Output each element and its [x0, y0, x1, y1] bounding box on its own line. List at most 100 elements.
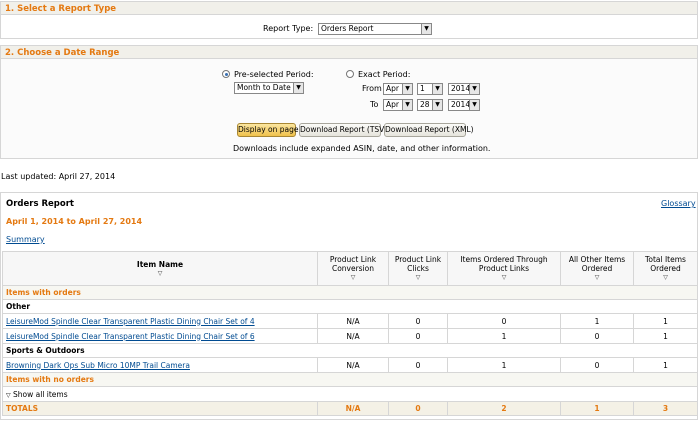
section-date-range-body: Pre-selected Period: Month to Date ▼ Exac… — [0, 59, 698, 159]
to-year-value: 2014 — [451, 100, 471, 109]
col-total-items[interactable]: Total Items Ordered ▽ — [633, 251, 698, 286]
total-other: 1 — [560, 401, 634, 416]
sort-icon: ▽ — [663, 274, 668, 281]
cell-conversion: N/A — [317, 328, 389, 344]
download-xml-button[interactable]: Download Report (XML) — [384, 123, 474, 137]
from-year-select[interactable]: 2014 ▼ — [448, 83, 480, 95]
col-other-label: All Other Items Ordered — [568, 255, 626, 273]
chevron-down-icon: ▼ — [421, 24, 431, 34]
col-through-label: Items Ordered Through Product Links — [460, 255, 548, 273]
exact-period-radio[interactable] — [346, 70, 354, 78]
report-type-select[interactable]: Orders Report ▼ — [318, 23, 432, 35]
sort-icon: ▽ — [594, 274, 600, 281]
to-month-value: Apr — [386, 100, 399, 109]
report-title: Orders Report — [6, 199, 74, 209]
table-row: Browning Dark Ops Sub Micro 10MP Trail C… — [2, 357, 698, 373]
to-year-select[interactable]: 2014 ▼ — [448, 99, 480, 111]
show-all-label: Show all items — [13, 389, 68, 399]
cell-clicks: 0 — [388, 357, 448, 373]
summary-link[interactable]: Summary — [6, 235, 45, 244]
sort-icon: ▽ — [157, 269, 163, 277]
col-conversion-label: Product Link Conversion — [329, 255, 377, 273]
chevron-down-icon: ▼ — [469, 100, 479, 110]
category-other-label: Other — [2, 299, 698, 314]
report-date-range: April 1, 2014 to April 27, 2014 — [6, 217, 143, 226]
sort-icon: ▽ — [350, 274, 356, 281]
glossary-link[interactable]: Glossary — [661, 199, 696, 208]
to-label: To — [370, 100, 379, 109]
total-clicks: 0 — [388, 401, 448, 416]
col-items-ordered-through[interactable]: Items Ordered Through Product Links ▽ — [447, 251, 561, 286]
chevron-down-icon: ▼ — [432, 100, 442, 110]
total-through: 2 — [447, 401, 561, 416]
cell-conversion: N/A — [317, 313, 389, 329]
preselected-period-select[interactable]: Month to Date ▼ — [234, 82, 304, 94]
category-row-other: Other — [2, 299, 698, 314]
caret-down-icon: ▽ — [6, 391, 11, 399]
section-date-range-header: 2. Choose a Date Range — [0, 45, 698, 59]
from-month-select[interactable]: Apr ▼ — [383, 83, 413, 95]
to-month-select[interactable]: Apr ▼ — [383, 99, 413, 111]
cell-through: 1 — [447, 357, 561, 373]
group-row-with-orders: Items with orders — [2, 285, 698, 300]
col-item-name[interactable]: Item Name ▽ — [2, 251, 318, 286]
report-type-value: Orders Report — [321, 24, 374, 33]
show-all-row: ▽ Show all items — [2, 386, 698, 402]
category-row-sports: Sports & Outdoors — [2, 343, 698, 358]
show-all-toggle[interactable]: ▽ Show all items — [2, 386, 698, 402]
totals-label: TOTALS — [2, 401, 318, 416]
category-sports-label: Sports & Outdoors — [2, 343, 698, 358]
chevron-down-icon: ▼ — [432, 84, 442, 94]
to-day-value: 28 — [420, 100, 430, 109]
col-all-other-items[interactable]: All Other Items Ordered ▽ — [560, 251, 634, 286]
col-total-label: Total Items Ordered — [645, 255, 686, 273]
from-month-value: Apr — [386, 84, 399, 93]
total-total: 3 — [633, 401, 698, 416]
display-on-page-button[interactable]: Display on page — [237, 123, 299, 137]
col-product-link-conversion[interactable]: Product Link Conversion ▽ — [317, 251, 389, 286]
exact-period-label: Exact Period: — [358, 70, 411, 79]
total-conversion: N/A — [317, 401, 389, 416]
cell-other: 1 — [560, 313, 634, 329]
chevron-down-icon: ▼ — [293, 83, 303, 93]
section-report-type-header: 1. Select a Report Type — [0, 1, 698, 15]
from-day-select[interactable]: 1 ▼ — [417, 83, 443, 95]
orders-table: Item Name ▽ Product Link Conversion ▽ Prod… — [2, 251, 698, 416]
col-item-name-label: Item Name — [136, 259, 184, 269]
cell-total: 1 — [633, 328, 698, 344]
group-row-no-orders: Items with no orders — [2, 372, 698, 387]
report-type-label: Report Type: — [263, 24, 314, 33]
preselected-label: Pre-selected Period: — [234, 70, 314, 79]
preselected-radio[interactable] — [222, 70, 230, 78]
cell-total: 1 — [633, 313, 698, 329]
cell-clicks: 0 — [388, 328, 448, 344]
from-day-value: 1 — [420, 84, 425, 93]
cell-other: 0 — [560, 357, 634, 373]
group-no-orders-label: Items with no orders — [2, 372, 698, 387]
totals-row: TOTALS N/A 0 2 1 3 — [2, 401, 698, 416]
cell-total: 1 — [633, 357, 698, 373]
col-product-link-clicks[interactable]: Product Link Clicks ▽ — [388, 251, 448, 286]
last-updated: Last updated: April 27, 2014 — [1, 172, 116, 181]
cell-through: 0 — [447, 313, 561, 329]
section-report-type-body: Report Type: Orders Report ▼ — [0, 15, 698, 39]
item-link[interactable]: LeisureMod Spindle Clear Transparent Pla… — [6, 332, 255, 341]
download-tsv-button[interactable]: Download Report (TSV) — [299, 123, 387, 137]
to-day-select[interactable]: 28 ▼ — [417, 99, 443, 111]
table-row: LeisureMod Spindle Clear Transparent Pla… — [2, 313, 698, 329]
col-clicks-label: Product Link Clicks — [394, 255, 442, 273]
cell-clicks: 0 — [388, 313, 448, 329]
table-header-row: Item Name ▽ Product Link Conversion ▽ Prod… — [2, 251, 698, 286]
chevron-down-icon: ▼ — [469, 84, 479, 94]
chevron-down-icon: ▼ — [402, 100, 412, 110]
downloads-note: Downloads include expanded ASIN, date, a… — [233, 144, 491, 153]
item-link[interactable]: LeisureMod Spindle Clear Transparent Pla… — [6, 317, 255, 326]
chevron-down-icon: ▼ — [402, 84, 412, 94]
table-row: LeisureMod Spindle Clear Transparent Pla… — [2, 328, 698, 344]
cell-conversion: N/A — [317, 357, 389, 373]
group-with-orders-label: Items with orders — [2, 285, 698, 300]
item-link[interactable]: Browning Dark Ops Sub Micro 10MP Trail C… — [6, 361, 190, 370]
from-year-value: 2014 — [451, 84, 471, 93]
preselected-period-value: Month to Date — [237, 83, 291, 92]
from-label: From — [362, 84, 382, 93]
